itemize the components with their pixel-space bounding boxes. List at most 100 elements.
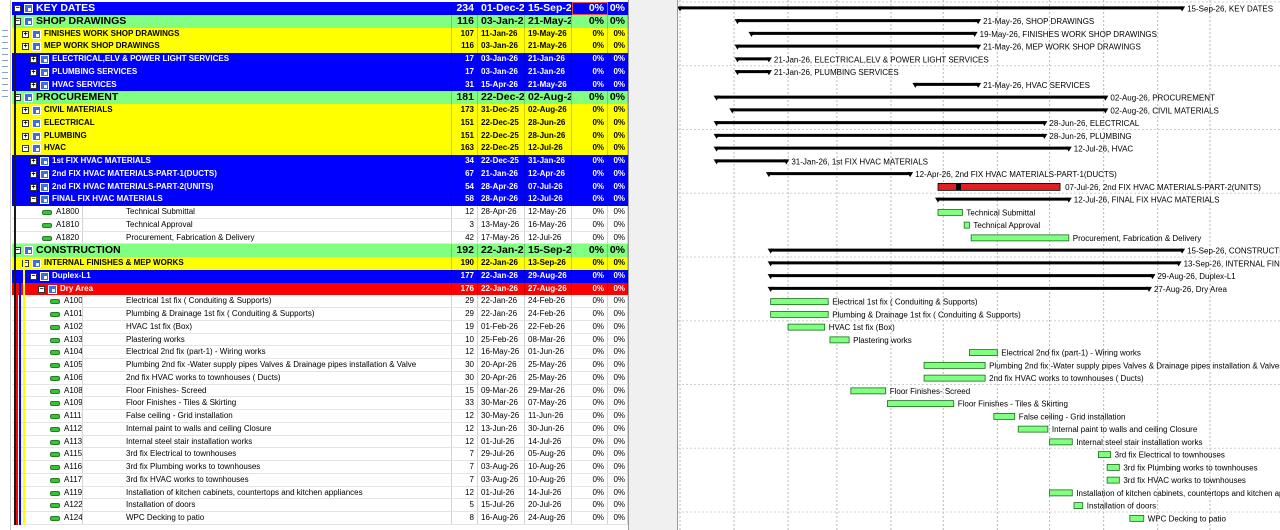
activity-row[interactable]: A1010 Plumbing & Drainage 1st fix ( Condu… xyxy=(12,308,628,321)
left-tool-strip[interactable] xyxy=(0,0,11,530)
wbs-row[interactable]: −CONSTRUCTION19222-Jan-2615-Sep-260%0% xyxy=(12,244,628,257)
wbs-row[interactable]: + PLUMBING SERVICES 17 03-Jan-26 21-Jan-26 0%… xyxy=(12,65,628,79)
wbs-name-text: CIVIL MATERIALS xyxy=(44,105,113,114)
wbs-row[interactable]: −SHOP DRAWINGS11603-Jan-2621-May-260%0% xyxy=(12,14,628,28)
finish-date: 21-Jan-26 xyxy=(525,53,572,66)
finish-date: 05-Aug-26 xyxy=(525,448,572,460)
wbs-row[interactable]: −KEY DATES23401-Dec-2515-Sep-260%0% xyxy=(12,2,628,15)
activity-name: 3rd fix Electrical to townhouses xyxy=(123,448,452,460)
activity-name: Plastering works xyxy=(123,333,452,346)
activity-id-text: A1080 xyxy=(64,385,83,395)
activity-row[interactable]: A1030 Plastering works1025-Feb-2608-Mar-2… xyxy=(12,333,628,347)
splitter-bar[interactable] xyxy=(628,0,678,530)
percent-complete: 0% xyxy=(608,193,628,206)
original-duration: 234 xyxy=(452,2,478,15)
wbs-row[interactable]: − FINAL FIX HVAC MATERIALS 58 28-Apr-26 12-J… xyxy=(12,193,628,206)
physical-percent-complete: 0% xyxy=(572,129,608,143)
activity-row[interactable]: A1050 Plumbing 2nd fix -Water supply pipe… xyxy=(12,359,628,372)
bar-label: Installation of doors xyxy=(1087,502,1156,511)
percent-complete: 0% xyxy=(608,91,628,104)
activity-row[interactable]: A1000 Electrical 1st fix ( Conduiting & S… xyxy=(12,295,628,308)
wbs-row[interactable]: + CIVIL MATERIALS 173 31-Dec-25 02-Aug-26 0% 0… xyxy=(12,104,628,117)
physical-percent-complete: 0% xyxy=(572,206,608,218)
activity-row[interactable]: A1150 3rd fix Electrical to townhouses729… xyxy=(12,448,628,461)
start-date: 22-Jan-26 xyxy=(478,295,525,307)
activity-row[interactable]: A1110 False ceiling - Grid installation12… xyxy=(12,410,628,423)
finish-date: 12-Jul-26 xyxy=(525,231,572,244)
wbs-row[interactable]: + HVAC SERVICES 31 15-Apr-26 21-May-26 0% 0% xyxy=(12,78,628,92)
original-duration: 12 xyxy=(452,206,478,218)
bar-label: Electrical 2nd fix (part-1) - Wiring wor… xyxy=(1001,349,1141,358)
original-duration: 176 xyxy=(452,282,478,296)
original-duration: 190 xyxy=(452,257,478,270)
wbs-row[interactable]: + ELECTRICAL,ELV & POWER LIGHT SERVICES 17… xyxy=(12,53,628,66)
start-date: 22-Jan-26 xyxy=(478,244,525,257)
start-date: 13-May-26 xyxy=(478,218,525,231)
wbs-row[interactable]: +2nd FIX HVAC MATERIALS-PART-2(UNITS) 54 2… xyxy=(12,180,628,194)
finish-date: 25-May-26 xyxy=(525,371,572,384)
activity-bar xyxy=(1049,489,1073,497)
percent-complete: 0% xyxy=(608,473,628,486)
activity-row[interactable]: A1810 Technical Approval 3 13-May-26 16-May-… xyxy=(12,218,628,232)
wbs-row[interactable]: − HVAC 163 22-Dec-25 12-Jul-26 0% 0% xyxy=(12,142,628,155)
activity-bar xyxy=(1017,425,1049,433)
activity-row[interactable]: A1160 3rd fix Plumbing works to townhouse… xyxy=(12,461,628,474)
wbs-row[interactable]: −PROCUREMENT18122-Dec-2502-Aug-260%0% xyxy=(12,91,628,104)
activity-row[interactable]: A1170 3rd fix HVAC works to townhouses703… xyxy=(12,473,628,487)
wbs-name: ELECTRICAL xyxy=(12,116,452,130)
activity-row[interactable]: A1240 WPC Decking to patio816-Aug-2624-Au… xyxy=(12,512,628,525)
original-duration: 7 xyxy=(452,448,478,460)
start-date: 21-Jan-26 xyxy=(478,167,525,181)
activity-row[interactable]: A1120 Internal paint to walls and ceiling… xyxy=(12,422,628,436)
activity-row[interactable]: A1020 HVAC 1st fix (Box)1901-Feb-2622-Feb… xyxy=(12,320,628,334)
wbs-name-text: PLUMBING SERVICES xyxy=(52,66,138,76)
wbs-row[interactable]: + FINISHES WORK SHOP DRAWINGS 107 11-Jan-26… xyxy=(12,27,628,41)
original-duration: 173 xyxy=(452,104,478,117)
activity-table[interactable]: −KEY DATES23401-Dec-2515-Sep-260%0%−SHOP… xyxy=(12,0,628,530)
physical-percent-complete: 0% xyxy=(572,295,608,307)
activity-name: Technical Approval xyxy=(123,218,452,231)
percent-complete: 0% xyxy=(608,333,628,346)
percent-complete: 0% xyxy=(608,295,628,307)
activity-row[interactable]: A1800 Technical Submittal 12 28-Apr-26 12-Ma… xyxy=(12,206,628,219)
gantt-chart[interactable]: 15-Sep-26, KEY DATES 21-May-26, SHOP DRAW… xyxy=(678,0,1280,530)
wbs-name-text: HVAC SERVICES xyxy=(52,79,117,89)
wbs-row[interactable]: +2nd FIX HVAC MATERIALS-PART-1(DUCTS) 67 2… xyxy=(12,167,628,181)
activity-row[interactable]: A1080 Floor Finishes- Screed1509-Mar-2629… xyxy=(12,384,628,398)
finish-date: 25-May-26 xyxy=(525,359,572,371)
activity-row[interactable]: A1040 Electrical 2nd fix (part-1) - Wirin… xyxy=(12,346,628,359)
wbs-row[interactable]: − Dry Area 176 22-Jan-26 27-Aug-26 0% 0% xyxy=(12,282,628,296)
start-date: 17-May-26 xyxy=(478,231,525,244)
start-date: 01-Jul-26 xyxy=(478,435,525,448)
percent-complete: 0% xyxy=(608,448,628,460)
wbs-row[interactable]: + ELECTRICAL 151 22-Dec-25 28-Jun-26 0% 0% xyxy=(12,116,628,130)
activity-name: Internal paint to walls and ceiling Clos… xyxy=(123,422,452,435)
start-date: 20-Apr-26 xyxy=(478,359,525,371)
tool-strip-mark xyxy=(2,72,8,73)
original-duration: 12 xyxy=(452,346,478,358)
percent-complete: 0% xyxy=(608,231,628,244)
finish-date: 28-Jun-26 xyxy=(525,116,572,130)
physical-percent-complete: 0% xyxy=(572,27,608,41)
percent-complete: 0% xyxy=(608,14,628,28)
wbs-row[interactable]: + MEP WORK SHOP DRAWINGS 116 03-Jan-26 21-Ma… xyxy=(12,40,628,53)
wbs-row[interactable]: − Duplex-L1 177 22-Jan-26 29-Aug-26 0% 0% xyxy=(12,269,628,283)
activity-id-text: A1110 xyxy=(64,411,82,420)
activity-row[interactable]: A1820 Procurement, Fabrication & Delivery… xyxy=(12,231,628,245)
wbs-row[interactable]: + PLUMBING 151 22-Dec-25 28-Jun-26 0% 0% xyxy=(12,129,628,143)
wbs-row[interactable]: +1st FIX HVAC MATERIALS 34 22-Dec-25 31-Jan… xyxy=(12,155,628,168)
summary-bar xyxy=(768,172,911,176)
activity-row[interactable]: A1220 Installation of doors515-Jul-2620-J… xyxy=(12,499,628,512)
percent-complete: 0% xyxy=(608,499,628,511)
activity-row[interactable]: A1090 Floor Finishes - Tiles & Skirting33… xyxy=(12,397,628,410)
wbs-row[interactable]: − INTERNAL FINISHES & MEP WORKS 190 22-Jan-… xyxy=(12,257,628,270)
physical-percent-complete: 0% xyxy=(572,308,608,320)
activity-row[interactable]: A1190 Installation of kitchen cabinets, c… xyxy=(12,486,628,500)
activity-id-text: A1220 xyxy=(64,500,83,510)
wbs-name-text: CONSTRUCTION xyxy=(36,244,121,257)
activity-row[interactable]: A1130 Internal steel stair installation w… xyxy=(12,435,628,449)
bar-label: 31-Jan-26, 1st FIX HVAC MATERIALS xyxy=(791,157,928,166)
percent-complete: 0% xyxy=(608,155,628,168)
activity-row[interactable]: A1060 2nd fix HVAC works to townhouses ( … xyxy=(12,371,628,385)
wbs-name-text: 2nd FIX HVAC MATERIALS-PART-1(DUCTS) xyxy=(52,168,217,178)
